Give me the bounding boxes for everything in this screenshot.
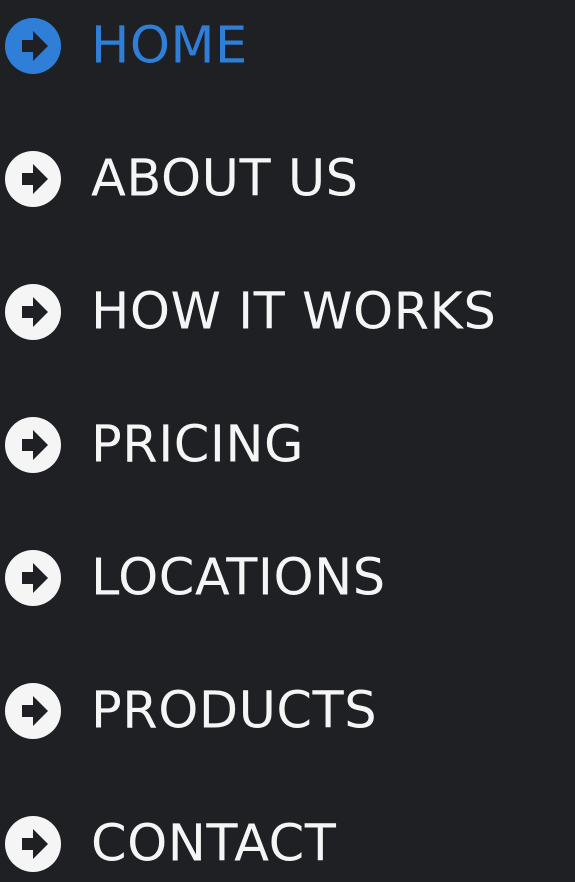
main-nav-menu: HOME ABOUT US HOW IT WORKS PRICING LOCAT… xyxy=(0,0,575,876)
nav-item-label: CONTACT xyxy=(91,814,337,874)
arrow-circle-right-icon xyxy=(5,284,61,340)
nav-item-label: LOCATIONS xyxy=(91,548,386,608)
arrow-circle-right-icon xyxy=(5,550,61,606)
nav-item-label: PRODUCTS xyxy=(91,681,378,741)
nav-item-label: ABOUT US xyxy=(91,149,359,209)
nav-item-label: HOME xyxy=(91,16,248,76)
arrow-circle-right-icon xyxy=(5,417,61,473)
arrow-circle-right-icon xyxy=(5,18,61,74)
nav-item-label: HOW IT WORKS xyxy=(91,282,497,342)
arrow-circle-right-icon xyxy=(5,683,61,739)
arrow-circle-right-icon xyxy=(5,151,61,207)
arrow-circle-right-icon xyxy=(5,816,61,872)
nav-item-label: PRICING xyxy=(91,415,305,475)
